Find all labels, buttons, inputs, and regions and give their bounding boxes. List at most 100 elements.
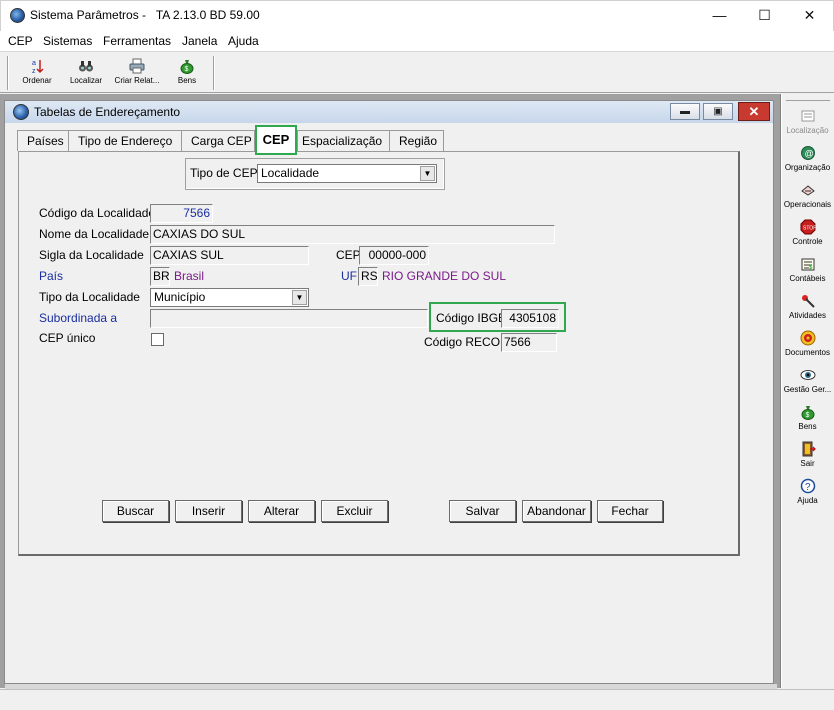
app-globe-icon <box>10 8 25 23</box>
rightbar-bens[interactable]: $ Bens <box>782 400 833 437</box>
exit-door-icon <box>802 441 816 457</box>
pais-code-field[interactable]: BR <box>150 267 170 286</box>
localizar-button[interactable]: Localizar <box>63 56 109 90</box>
salvar-button[interactable]: Salvar <box>449 500 516 522</box>
chevron-down-icon[interactable]: ▼ <box>420 166 435 181</box>
maximize-button[interactable]: ☐ <box>742 0 787 30</box>
tipo-cep-label: Tipo de CEP <box>190 166 258 180</box>
child-globe-icon <box>13 104 29 120</box>
menu-cep[interactable]: CEP <box>8 34 33 48</box>
localizar-label: Localizar <box>69 76 102 85</box>
tab-espacializacao[interactable]: Espacialização <box>297 130 390 151</box>
svg-text:$: $ <box>185 66 189 73</box>
svg-text:@: @ <box>804 149 813 159</box>
criar-relatorio-button[interactable]: Criar Relat... <box>112 56 162 90</box>
excluir-button[interactable]: Excluir <box>321 500 388 522</box>
menu-ferramentas[interactable]: Ferramentas <box>103 34 171 48</box>
nome-localidade-label: Nome da Localidade <box>39 227 150 241</box>
ordenar-button[interactable]: az Ordenar <box>14 56 60 90</box>
svg-text:z: z <box>32 68 36 74</box>
toolbar-grip <box>7 56 9 90</box>
tab-tipo-endereco[interactable]: Tipo de Endereço <box>68 130 182 151</box>
contabeis-icon: $ <box>801 258 814 271</box>
svg-text:$: $ <box>805 412 809 419</box>
rightbar-label: Gestão Ger... <box>783 385 832 394</box>
rightbar-gestao-geral[interactable]: Gestão Ger... <box>782 363 833 400</box>
rightbar-organizacao[interactable]: @ Organização <box>782 141 833 178</box>
inserir-button[interactable]: Inserir <box>175 500 242 522</box>
rightbar-operacionais[interactable]: Operacionais <box>782 178 833 215</box>
window-title: Sistema Parâmetros - TA 2.13.0 BD 59.00 <box>30 8 260 22</box>
uf-name: RIO GRANDE DO SUL <box>382 269 507 283</box>
menu-ajuda[interactable]: Ajuda <box>228 34 259 48</box>
subordinada-field[interactable] <box>150 309 428 328</box>
tipo-cep-select[interactable]: Localidade ▼ <box>257 164 437 183</box>
uf-code-field[interactable]: RS <box>358 267 378 286</box>
operacionais-icon <box>800 185 815 196</box>
abandonar-button[interactable]: Abandonar <box>522 500 591 522</box>
fechar-button[interactable]: Fechar <box>597 500 663 522</box>
codigo-ibge-label: Código IBGE <box>436 311 507 325</box>
cep-label: CEP <box>336 248 361 262</box>
rightbar-atividades[interactable]: Atividades <box>782 289 833 326</box>
nome-localidade-field[interactable]: CAXIAS DO SUL <box>150 225 555 244</box>
codigo-recor-label: Código RECOR <box>424 335 509 349</box>
toolbar-separator <box>213 56 215 90</box>
menu-janela[interactable]: Janela <box>182 34 217 48</box>
tab-cep[interactable]: CEP <box>255 125 297 155</box>
chevron-down-icon[interactable]: ▼ <box>292 290 307 305</box>
rightbar-label: Organização <box>784 163 831 172</box>
sort-az-icon: az <box>32 60 44 74</box>
codigo-ibge-field[interactable]: 4305108 <box>501 309 559 328</box>
documentos-icon <box>800 330 815 346</box>
rightbar-divider <box>786 100 830 101</box>
rightbar-controle[interactable]: STOP Controle <box>782 215 833 252</box>
child-restore-button[interactable]: ▣ <box>703 103 733 120</box>
svg-text:?: ? <box>805 482 811 493</box>
rightbar-sair[interactable]: Sair <box>782 437 833 474</box>
child-window-title: Tabelas de Endereçamento <box>34 105 181 119</box>
localizacao-icon <box>801 110 814 122</box>
rightbar-localizacao[interactable]: Localização <box>782 104 833 141</box>
tipo-localidade-value: Município <box>154 290 206 304</box>
rightbar-label: Operacionais <box>783 200 832 209</box>
binoculars-icon <box>79 61 93 72</box>
menu-sistemas[interactable]: Sistemas <box>43 34 92 48</box>
svg-text:STOP: STOP <box>803 226 816 232</box>
cep-field[interactable]: 00000-000 <box>359 246 429 265</box>
tab-paises[interactable]: Países <box>17 130 69 151</box>
svg-text:a: a <box>32 60 36 67</box>
money-bag-icon: $ <box>801 406 814 420</box>
rightbar-ajuda[interactable]: ? Ajuda <box>782 474 833 511</box>
close-button[interactable]: ✕ <box>787 0 832 30</box>
codigo-localidade-label: Código da Localidade <box>39 206 156 220</box>
pais-label[interactable]: País <box>39 269 63 283</box>
atividades-icon <box>801 295 815 308</box>
rightbar-label: Atividades <box>789 311 826 320</box>
rightbar-label: Bens <box>798 422 817 431</box>
tab-carga-cep[interactable]: Carga CEP <box>181 130 255 151</box>
codigo-recor-field[interactable]: 7566 <box>501 333 557 352</box>
child-minimize-button[interactable]: ▬ <box>670 103 700 120</box>
buscar-button[interactable]: Buscar <box>102 500 169 522</box>
rightbar-documentos[interactable]: Documentos <box>782 326 833 363</box>
uf-label[interactable]: UF <box>341 269 357 283</box>
codigo-localidade-field[interactable]: 7566 <box>150 204 213 223</box>
tipo-cep-value: Localidade <box>261 166 320 180</box>
bens-button[interactable]: $ Bens <box>164 56 210 90</box>
cep-unico-checkbox[interactable] <box>151 333 164 346</box>
subordinada-label[interactable]: Subordinada a <box>39 311 117 325</box>
minimize-button[interactable]: — <box>697 0 742 30</box>
child-close-button[interactable]: ✕ <box>738 102 770 121</box>
rightbar-label: Localização <box>786 126 829 135</box>
stop-sign-icon: STOP <box>800 219 816 235</box>
pais-name: Brasil <box>174 269 205 283</box>
printer-icon <box>129 58 145 74</box>
tab-regiao[interactable]: Região <box>389 130 444 151</box>
alterar-button[interactable]: Alterar <box>248 500 315 522</box>
tipo-localidade-label: Tipo da Localidade <box>39 290 140 304</box>
rightbar-label: Ajuda <box>797 496 818 505</box>
tipo-localidade-select[interactable]: Município ▼ <box>150 288 309 307</box>
sigla-localidade-field[interactable]: CAXIAS SUL <box>150 246 309 265</box>
rightbar-contabeis[interactable]: $ Contábeis <box>782 252 833 289</box>
